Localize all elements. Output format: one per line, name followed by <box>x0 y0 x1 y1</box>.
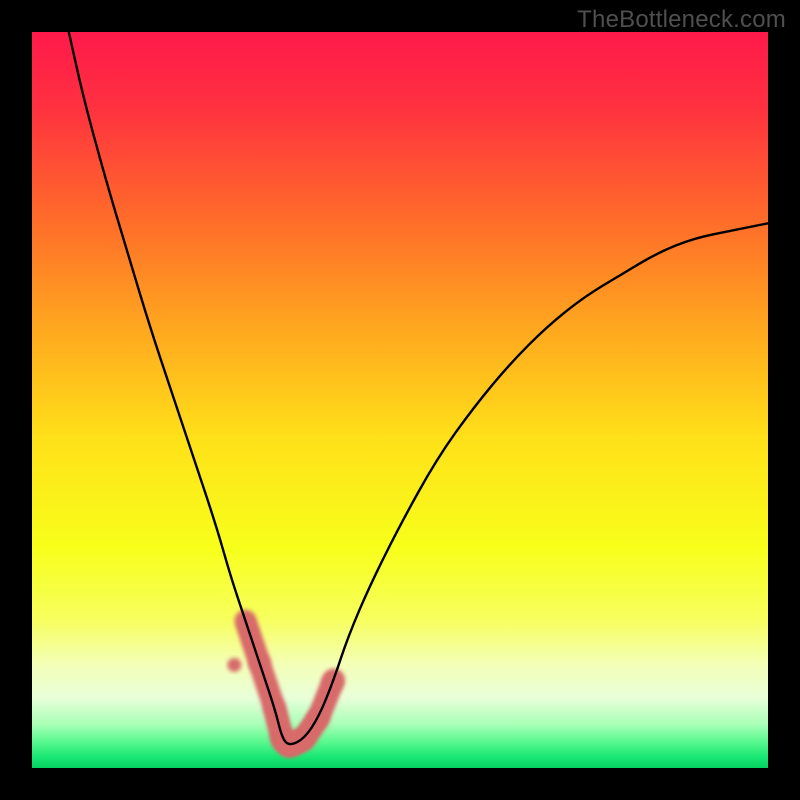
watermark-text: TheBottleneck.com <box>577 6 786 34</box>
chart-svg <box>32 32 768 768</box>
outer-frame: TheBottleneck.com <box>0 0 800 800</box>
gradient-background <box>32 32 768 768</box>
plot-area <box>32 32 768 768</box>
